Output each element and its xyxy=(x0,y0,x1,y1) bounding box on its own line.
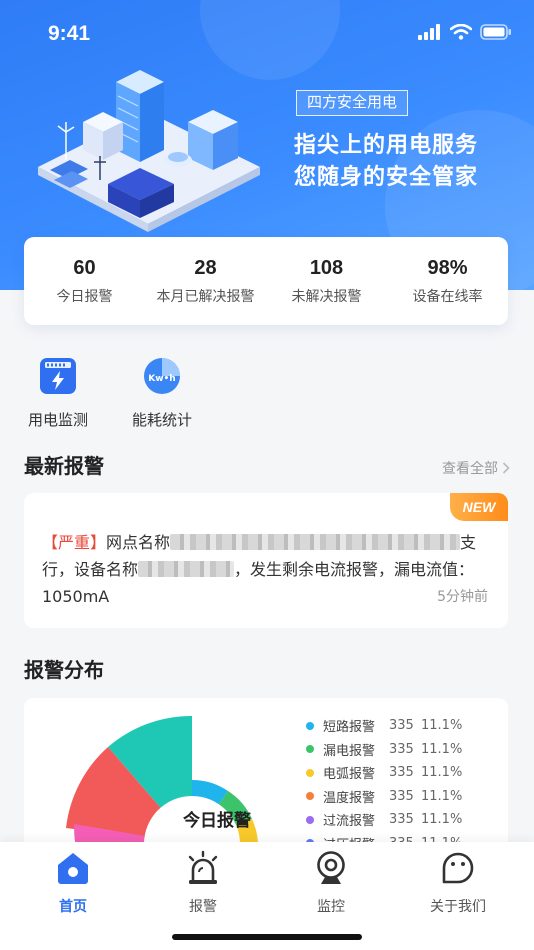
new-badge: NEW xyxy=(450,493,508,521)
legend-dot xyxy=(306,815,314,824)
legend-row: 短路报警 335 11.1% xyxy=(306,714,462,738)
stat-label: 本月已解决报警 xyxy=(156,289,255,305)
quick-action-energy-stats[interactable]: Kw•h 能耗统计 xyxy=(126,356,198,430)
tab-home[interactable]: 首页 xyxy=(33,850,113,916)
view-all-label: 查看全部 xyxy=(442,461,498,477)
wifi-icon xyxy=(450,24,472,40)
tab-about[interactable]: 关于我们 xyxy=(418,850,498,916)
svg-text:Kw•h: Kw•h xyxy=(148,374,175,384)
smiley-icon xyxy=(442,852,474,884)
legend-name: 过流报警 xyxy=(323,814,376,830)
legend-row: 漏电报警 335 11.1% xyxy=(306,738,462,762)
latest-alerts-title: 最新报警 xyxy=(24,454,104,478)
siren-icon xyxy=(188,850,218,884)
stat-unresolved[interactable]: 108 未解决报警 xyxy=(266,237,387,325)
legend-row: 电弧报警 335 11.1% xyxy=(306,761,462,785)
legend-pct: 11.1% xyxy=(421,812,463,828)
tab-label: 监控 xyxy=(317,899,345,915)
legend-count: 335 xyxy=(389,788,414,804)
stat-label: 今日报警 xyxy=(56,289,113,305)
chart-center-label: 今日报警 xyxy=(183,811,251,831)
legend-name: 电弧报警 xyxy=(323,767,376,783)
tab-label: 关于我们 xyxy=(430,899,486,915)
cellular-signal-icon xyxy=(418,24,440,40)
legend-name: 温度报警 xyxy=(323,790,376,806)
legend-name: 漏电报警 xyxy=(323,743,376,759)
tab-alarm[interactable]: 报警 xyxy=(163,850,243,916)
alarm-distribution-card: 今日报警 短路报警 335 11.1% 漏电报警 335 11.1% 电弧报警 … xyxy=(24,698,508,858)
alert-time: 5分钟前 xyxy=(437,589,488,605)
view-all-link[interactable]: 查看全部 xyxy=(442,458,510,478)
alert-card[interactable]: NEW 【严重】网点名称 支行，设备名称 ，发生剩余电流报警，漏电流值：1050mA… xyxy=(24,493,508,628)
alarm-distribution-chart xyxy=(66,715,259,858)
redacted-site-name xyxy=(170,534,461,550)
stat-value: 28 xyxy=(194,257,217,279)
chart-legend: 短路报警 335 11.1% 漏电报警 335 11.1% 电弧报警 335 1… xyxy=(306,714,462,855)
legend-row: 过流报警 335 11.1% xyxy=(306,808,462,832)
redacted-device-name xyxy=(138,561,235,577)
stat-label: 设备在线率 xyxy=(412,289,483,305)
hero-slogan-line2: 您随身的安全管家 xyxy=(294,165,479,190)
quick-action-power-monitor[interactable]: 用电监测 xyxy=(22,356,94,430)
smart-city-illustration xyxy=(38,70,260,232)
home-icon xyxy=(58,853,88,884)
status-time: 9:41 xyxy=(48,22,91,45)
tab-label: 首页 xyxy=(59,899,87,915)
home-indicator xyxy=(172,934,362,940)
brand-badge: 四方安全用电 xyxy=(296,90,409,116)
stats-card: 60 今日报警 28 本月已解决报警 108 未解决报警 98% 设备在线率 xyxy=(24,237,508,325)
hero-slogan-line1: 指尖上的用电服务 xyxy=(294,133,479,158)
legend-dot xyxy=(306,721,314,730)
alert-message: 【严重】网点名称 支行，设备名称 ，发生剩余电流报警，漏电流值：1050mA xyxy=(42,529,494,610)
alert-site-prefix: 网点名称 xyxy=(106,533,171,552)
legend-count: 335 xyxy=(389,741,414,757)
legend-row: 温度报警 335 11.1% xyxy=(306,785,462,809)
quick-action-label: 能耗统计 xyxy=(131,411,192,429)
stat-value: 98% xyxy=(427,257,468,279)
stat-online-rate[interactable]: 98% 设备在线率 xyxy=(387,237,508,325)
legend-dot xyxy=(306,768,314,777)
legend-name: 短路报警 xyxy=(323,720,376,736)
legend-count: 335 xyxy=(389,765,414,781)
legend-count: 335 xyxy=(389,718,414,734)
tab-label: 报警 xyxy=(189,899,217,915)
quick-action-label: 用电监测 xyxy=(27,411,88,429)
legend-pct: 11.1% xyxy=(421,718,463,734)
legend-dot xyxy=(306,745,314,754)
legend-pct: 11.1% xyxy=(421,765,463,781)
stat-value: 108 xyxy=(309,257,344,279)
status-bar: 9:41 xyxy=(0,0,534,64)
distribution-title: 报警分布 xyxy=(24,658,104,682)
kwh-chart-icon: Kw•h xyxy=(144,358,180,394)
status-icons xyxy=(418,24,512,40)
stat-value: 60 xyxy=(73,257,96,279)
battery-icon xyxy=(480,24,511,40)
camera-icon xyxy=(317,851,345,884)
legend-pct: 11.1% xyxy=(421,741,463,757)
severity-tag: 【严重】 xyxy=(42,533,107,552)
chevron-right-icon xyxy=(502,462,510,474)
stat-label: 未解决报警 xyxy=(291,289,362,305)
stat-month-resolved[interactable]: 28 本月已解决报警 xyxy=(145,237,266,325)
stat-today-alarms[interactable]: 60 今日报警 xyxy=(24,237,145,325)
power-monitor-icon xyxy=(40,358,76,394)
legend-pct: 11.1% xyxy=(421,788,463,804)
legend-dot xyxy=(306,792,314,801)
tab-monitor[interactable]: 监控 xyxy=(291,850,371,916)
legend-count: 335 xyxy=(389,812,414,828)
